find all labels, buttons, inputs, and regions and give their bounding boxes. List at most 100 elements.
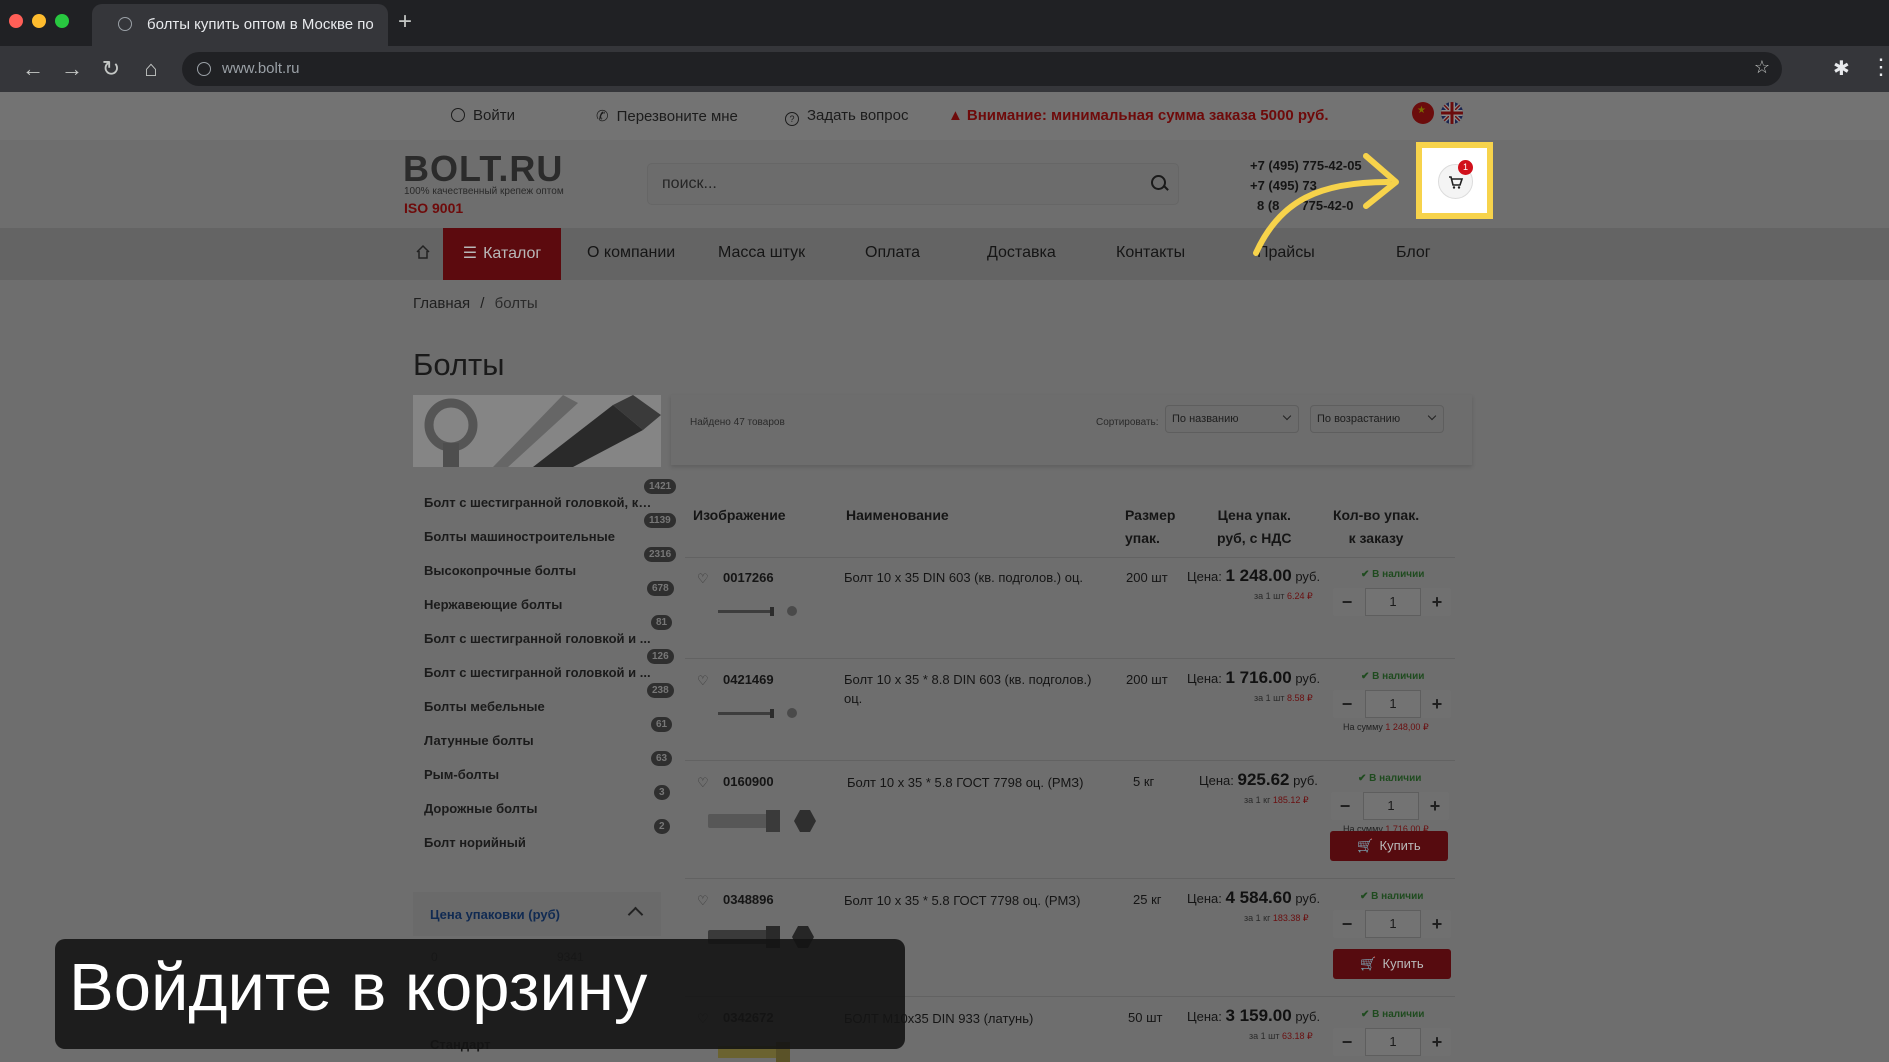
category-item[interactable]: Болт с шестигранной головкой и ... 81	[413, 615, 673, 655]
increment-button[interactable]: +	[1423, 690, 1451, 718]
callback-link[interactable]: ✆ Перезвоните мне	[596, 107, 738, 125]
col-qty-line1: Кол-во упак.	[1333, 507, 1420, 523]
chevron-down-icon	[1427, 411, 1437, 421]
decrement-button[interactable]: −	[1333, 690, 1361, 718]
sort-order-select[interactable]: По возрастанию	[1311, 406, 1443, 432]
increment-button[interactable]: +	[1423, 1028, 1451, 1056]
quantity-input[interactable]: 1	[1363, 792, 1419, 820]
decrement-button[interactable]: −	[1331, 792, 1359, 820]
breadcrumb-current: болты	[494, 295, 538, 312]
product-sku[interactable]: 0017266	[723, 570, 774, 585]
category-item[interactable]: Высокопрочные болты 2316	[413, 547, 677, 587]
category-item[interactable]: Рым-болты 63	[413, 751, 673, 791]
phone-icon: ✆	[596, 108, 609, 125]
house-icon[interactable]	[415, 244, 431, 260]
buy-button[interactable]: 🛒 Купить	[1330, 831, 1448, 861]
address-bar[interactable]: www.bolt.ru ☆	[182, 52, 1782, 86]
nav-delivery[interactable]: Доставка	[987, 244, 1056, 262]
category-item[interactable]: Болты машиностроительные 1139	[413, 513, 676, 553]
category-item[interactable]: Латунные болты 61	[413, 717, 673, 757]
category-item[interactable]: Нержавеющие болты 678	[413, 581, 674, 621]
product-name[interactable]: Болт 10 х 35 DIN 603 (кв. подголов.) оц.	[844, 568, 1109, 587]
quantity-input[interactable]: 1	[1365, 690, 1421, 718]
extensions-puzzle-icon[interactable]: ✱	[1833, 56, 1850, 81]
login-link[interactable]: Войти	[451, 107, 515, 124]
minimize-window-button[interactable]	[32, 14, 46, 28]
quantity-input[interactable]: 1	[1365, 1028, 1421, 1056]
chevron-up-icon[interactable]	[627, 906, 644, 923]
product-sku[interactable]: 0160900	[723, 774, 774, 789]
heart-icon[interactable]: ♡	[697, 674, 709, 687]
reload-icon[interactable]: ↻	[96, 54, 126, 84]
sort-by-select[interactable]: По названию	[1166, 406, 1298, 432]
forward-icon[interactable]: →	[57, 54, 87, 84]
search-input[interactable]: поиск...	[662, 175, 717, 193]
decrement-button[interactable]: −	[1333, 910, 1361, 938]
close-window-button[interactable]	[9, 14, 23, 28]
product-image[interactable]	[706, 806, 828, 836]
category-item[interactable]: Болт с шестигранной головкой, кл... 1421	[413, 479, 677, 519]
increment-button[interactable]: +	[1423, 588, 1451, 616]
nav-contacts[interactable]: Контакты	[1116, 244, 1185, 262]
decrement-button[interactable]: −	[1333, 588, 1361, 616]
decrement-button[interactable]: −	[1333, 1028, 1361, 1056]
home-icon[interactable]: ⌂	[136, 54, 166, 84]
increment-button[interactable]: +	[1423, 910, 1451, 938]
browser-tab[interactable]: болты купить оптом в Москве по	[92, 4, 388, 46]
site-topbar: Войти ✆ Перезвоните мне ? Задать вопрос ▲ В…	[0, 92, 1889, 140]
quantity-input[interactable]: 1	[1365, 588, 1421, 616]
quantity-input[interactable]: 1	[1365, 910, 1421, 938]
chinese-flag-icon[interactable]: ★	[1412, 102, 1434, 124]
increment-button[interactable]: +	[1421, 792, 1449, 820]
category-count-badge: 1139	[644, 513, 676, 528]
maximize-window-button[interactable]	[55, 14, 69, 28]
browser-toolbar: ← → ↻ ⌂ www.bolt.ru ☆ ✱ ⋮	[0, 46, 1889, 92]
category-item[interactable]: Болт с шестигранной головкой и ... 126	[413, 649, 674, 689]
product-image[interactable]	[718, 600, 803, 620]
back-icon[interactable]: ←	[18, 54, 48, 84]
hamburger-icon: ☰	[462, 245, 478, 262]
browser-menu-icon[interactable]: ⋮	[1870, 54, 1889, 80]
product-name[interactable]: Болт 10 х 35 * 5.8 ГОСТ 7798 оц. (РМЗ)	[847, 773, 1112, 792]
catalog-button[interactable]: ☰ Каталог	[443, 228, 561, 280]
unit-prefix: за 1 шт	[1249, 1031, 1280, 1041]
nav-about[interactable]: О компании	[587, 244, 675, 262]
col-image: Изображение	[693, 507, 786, 523]
quantity-stepper: −1 +	[1331, 792, 1449, 820]
product-name[interactable]: Болт 10 х 35 * 5.8 ГОСТ 7798 оц. (РМЗ)	[844, 891, 1109, 910]
search-box[interactable]: поиск...	[648, 164, 1178, 204]
product-name[interactable]: Болт 10 х 35 * 8.8 DIN 603 (кв. подголов…	[844, 670, 1109, 708]
category-label: Болт с шестигранной головкой, кл...	[424, 495, 652, 510]
site-info-icon[interactable]	[197, 62, 211, 76]
nav-payment[interactable]: Оплата	[865, 244, 920, 262]
price-currency: руб.	[1295, 671, 1321, 686]
heart-icon[interactable]: ♡	[697, 894, 709, 907]
search-icon[interactable]	[1151, 175, 1166, 190]
buy-button[interactable]: 🛒 Купить	[1333, 949, 1451, 979]
product-image[interactable]	[718, 702, 803, 722]
unit-value: 6.24 ₽	[1287, 591, 1313, 601]
category-item[interactable]: Болт норийный 2	[413, 819, 670, 859]
price-filter-header[interactable]: Цена упаковки (руб)	[413, 892, 661, 936]
page-title: Болты	[413, 347, 505, 382]
category-item[interactable]: Дорожные болты 3	[413, 785, 670, 825]
price-value: 3 159.00	[1225, 1006, 1292, 1025]
new-tab-button[interactable]: +	[398, 10, 412, 34]
category-count-badge: 61	[651, 717, 673, 732]
breadcrumb-home[interactable]: Главная	[413, 295, 470, 312]
bookmark-star-icon[interactable]: ☆	[1754, 57, 1770, 78]
site-logo[interactable]: BOLT.RU	[403, 148, 563, 190]
availability-status: ✔ В наличии	[1358, 773, 1422, 784]
nav-mass[interactable]: Масса штук	[718, 244, 805, 262]
uk-flag-icon[interactable]	[1441, 102, 1463, 124]
product-sku[interactable]: 0348896	[723, 892, 774, 907]
col-qty-line2: к заказу	[1348, 530, 1404, 546]
callback-label: Перезвоните мне	[616, 108, 738, 125]
heart-icon[interactable]: ♡	[697, 572, 709, 585]
alert-text: Внимание: минимальная сумма заказа 5000 …	[966, 107, 1329, 124]
heart-icon[interactable]: ♡	[697, 776, 709, 789]
product-price: Цена: 3 159.00 руб.	[1187, 1006, 1320, 1026]
category-item[interactable]: Болты мебельные 238	[413, 683, 674, 723]
product-sku[interactable]: 0421469	[723, 672, 774, 687]
ask-question-link[interactable]: ? Задать вопрос	[785, 107, 908, 126]
